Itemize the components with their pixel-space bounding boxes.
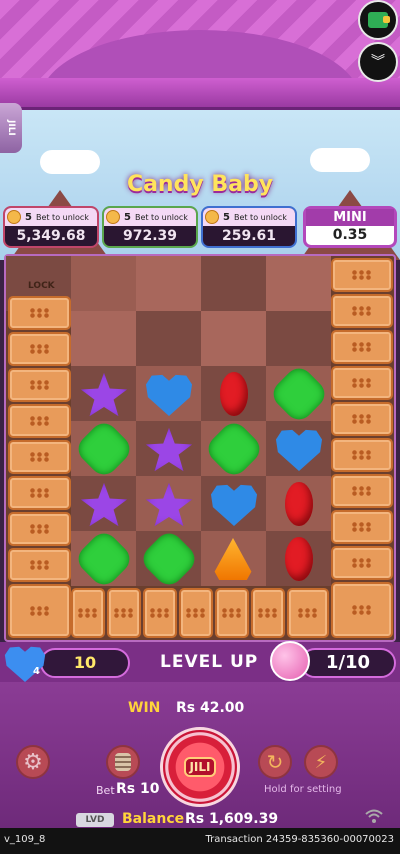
cracker-block — [331, 582, 393, 638]
cracker-block — [143, 588, 177, 638]
turbo-icon: ⚡ — [314, 751, 328, 773]
bet-chips-icon[interactable] — [106, 745, 140, 779]
board-cell — [71, 256, 136, 311]
jackpot-major[interactable]: 5 Bet to unlock 972.39 — [102, 206, 198, 248]
unlock-count: 5 — [25, 211, 32, 223]
cracker-block — [8, 332, 71, 366]
unlock-count: 5 — [223, 211, 230, 223]
chevron-down-icon: ︾ — [371, 54, 385, 70]
jili-side-tab[interactable]: JILI — [0, 103, 22, 153]
cracker-block — [331, 330, 393, 364]
jackpot-value: 972.39 — [122, 228, 178, 244]
top-canopy — [0, 0, 400, 112]
jackpot-unlock-banner: 5 Bet to unlock — [104, 208, 196, 226]
board-cell — [71, 311, 136, 366]
settings-button[interactable]: ⚙ — [16, 745, 50, 779]
cracker-block — [179, 588, 213, 638]
unlock-text: Bet to unlock — [134, 212, 188, 222]
settings-gear-icon: ⚙ — [23, 749, 43, 775]
heart-count: 4 — [33, 666, 40, 677]
cracker-block — [8, 476, 71, 510]
hold-for-setting-text: Hold for setting — [264, 784, 342, 795]
unlock-count: 5 — [124, 211, 131, 223]
bet-label: Bet — [96, 784, 115, 797]
jackpot-value: 5,349.68 — [16, 228, 86, 244]
cracker-block — [331, 546, 393, 580]
transaction-text: Transaction 24359-835360-00070023 — [205, 834, 395, 845]
level-up-label: LEVEL UP — [160, 652, 259, 672]
cracker-block — [107, 588, 141, 638]
red-oval-candy[interactable] — [285, 537, 313, 581]
wallet-icon — [368, 12, 390, 28]
cracker-block — [331, 258, 393, 292]
cracker-block — [331, 510, 393, 544]
cracker-block — [331, 474, 393, 508]
board-cell — [201, 256, 266, 311]
wifi-icon — [364, 808, 384, 824]
cracker-block — [8, 404, 71, 438]
game-title: Candy Baby — [126, 172, 274, 197]
lvd-badge: LVD — [76, 813, 114, 827]
candy-ball-icon — [270, 641, 310, 681]
unlock-text: Bet to unlock — [35, 212, 89, 222]
cracker-block — [8, 512, 71, 546]
cracker-block — [71, 588, 105, 638]
bet-value[interactable]: Rs 10 — [116, 781, 159, 797]
cracker-block — [8, 368, 71, 402]
cracker-block — [287, 588, 329, 638]
cracker-block — [251, 588, 285, 638]
mini-value: 0.35 — [332, 227, 368, 243]
cloud-right — [310, 148, 370, 172]
board-cell — [136, 256, 201, 311]
red-oval-candy[interactable] — [285, 482, 313, 526]
jackpot-grand[interactable]: 5 Bet to unlock 5,349.68 — [3, 206, 99, 248]
coin-icon — [106, 210, 120, 224]
coin-icon — [7, 210, 21, 224]
auto-spin-button[interactable]: ↻ — [258, 745, 292, 779]
cracker-block — [8, 584, 71, 638]
jackpot-unlock-banner: 5 Bet to unlock — [5, 208, 97, 226]
spin-logo: JILI — [184, 757, 216, 777]
jackpot-minor[interactable]: 5 Bet to unlock 259.61 — [201, 206, 297, 248]
footer-status-bar: v_109_8 Transaction 24359-835360-0007002… — [0, 828, 400, 854]
menu-toggle-button[interactable]: ︾ — [358, 42, 398, 82]
cracker-block — [331, 366, 393, 400]
board-cell — [266, 311, 331, 366]
cracker-block — [331, 294, 393, 328]
jackpot-mini[interactable]: MINI 0.35 — [303, 206, 397, 248]
balance-value: Rs 1,609.39 — [185, 811, 279, 827]
cracker-block — [8, 440, 71, 474]
canopy-band — [0, 78, 400, 110]
turbo-button[interactable]: ⚡ — [304, 745, 338, 779]
game-board: LOCK — [4, 254, 396, 642]
jackpot-unlock-banner: 5 Bet to unlock — [203, 208, 295, 226]
collected-count: 10 — [40, 648, 130, 678]
mini-label: MINI — [306, 209, 394, 226]
cloud-left — [40, 150, 100, 174]
cracker-block — [8, 548, 71, 582]
balance-label: Balance — [122, 811, 185, 827]
cracker-block — [331, 402, 393, 436]
coin-icon — [205, 210, 219, 224]
auto-spin-icon: ↻ — [266, 750, 284, 774]
win-label: WIN — [128, 700, 161, 716]
board-cell — [201, 311, 266, 366]
level-progress: 1/10 — [300, 648, 396, 678]
unlock-text: Bet to unlock — [233, 212, 287, 222]
version-text: v_109_8 — [4, 834, 46, 845]
win-value: Rs 42.00 — [176, 700, 245, 716]
cracker-block — [215, 588, 249, 638]
cracker-block — [8, 296, 71, 330]
jackpot-value: 259.61 — [221, 228, 277, 244]
spin-button[interactable]: JILI — [160, 727, 240, 807]
board-cell — [136, 311, 201, 366]
wallet-button[interactable] — [358, 0, 398, 40]
cracker-block — [331, 438, 393, 472]
board-cell — [266, 256, 331, 311]
red-oval-candy[interactable] — [220, 372, 248, 416]
lock-label: LOCK — [28, 281, 55, 291]
